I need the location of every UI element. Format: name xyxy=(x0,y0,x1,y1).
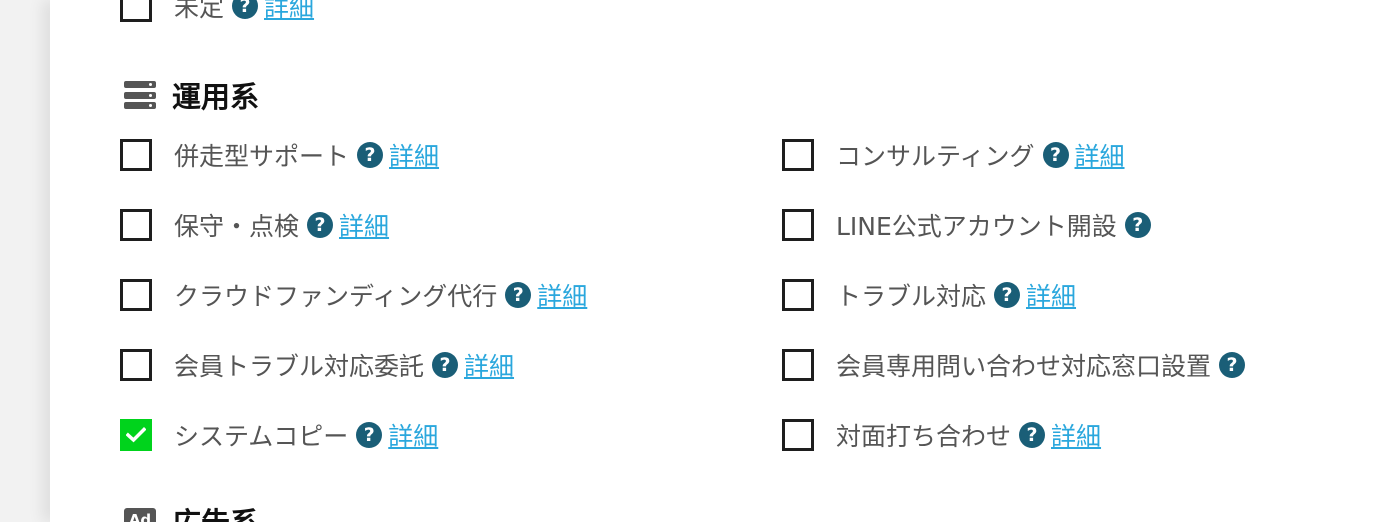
option-row-in-person-meeting: 対面打ち合わせ ? 詳細 xyxy=(782,417,1101,453)
help-icon[interactable]: ? xyxy=(505,282,532,308)
checkbox-member-inquiry-desk[interactable] xyxy=(782,349,814,381)
option-row-system-copy: システムコピー ? 詳細 xyxy=(120,417,438,453)
help-icon[interactable]: ? xyxy=(1219,352,1246,378)
checkbox-parallel-support[interactable] xyxy=(120,139,152,171)
detail-link[interactable]: 詳細 xyxy=(264,0,314,24)
option-row-member-inquiry-desk: 会員専用問い合わせ対応窓口設置 ? xyxy=(782,347,1246,383)
help-icon[interactable]: ? xyxy=(357,142,384,168)
checkbox-trouble-handling[interactable] xyxy=(782,279,814,311)
option-row-undecided: 未定 ? 詳細 xyxy=(120,0,314,24)
checkbox-consulting[interactable] xyxy=(782,139,814,171)
help-icon[interactable]: ? xyxy=(307,212,334,238)
option-row-trouble-handling: トラブル対応 ? 詳細 xyxy=(782,277,1076,313)
help-icon[interactable]: ? xyxy=(1019,422,1046,448)
checkbox-member-trouble[interactable] xyxy=(120,349,152,381)
section-heading-operations: 運用系 xyxy=(124,74,259,116)
option-row-maintenance: 保守・点検 ? 詳細 xyxy=(120,207,389,243)
option-row-member-trouble: 会員トラブル対応委託 ? 詳細 xyxy=(120,347,514,383)
detail-link[interactable]: 詳細 xyxy=(339,207,389,243)
option-label: 併走型サポート xyxy=(174,142,350,171)
help-icon[interactable]: ? xyxy=(356,422,383,448)
option-label: システムコピー xyxy=(174,422,349,451)
checkbox-undecided[interactable] xyxy=(120,0,152,22)
option-label: トラブル対応 xyxy=(836,282,987,311)
help-icon[interactable]: ? xyxy=(232,0,259,19)
option-row-consulting: コンサルティング ? 詳細 xyxy=(782,137,1125,173)
checkbox-maintenance[interactable] xyxy=(120,209,152,241)
server-icon xyxy=(124,81,156,109)
option-label: LINE公式アカウント開設 xyxy=(836,212,1117,241)
detail-link[interactable]: 詳細 xyxy=(389,137,439,173)
option-label: 会員専用問い合わせ対応窓口設置 xyxy=(836,352,1212,381)
section-title: 運用系 xyxy=(172,80,260,114)
checkbox-crowdfunding[interactable] xyxy=(120,279,152,311)
detail-link[interactable]: 詳細 xyxy=(1026,277,1076,313)
detail-link[interactable]: 詳細 xyxy=(388,417,438,453)
option-label: コンサルティング xyxy=(836,142,1035,171)
option-label: 未定 xyxy=(174,0,225,22)
ad-icon: Ad xyxy=(124,508,156,522)
checkbox-system-copy[interactable] xyxy=(120,419,152,451)
help-icon[interactable]: ? xyxy=(1124,212,1151,238)
help-icon[interactable]: ? xyxy=(432,352,459,378)
options-panel: 未定 ? 詳細 運用系 併走型サポート ? 詳細 保守・点検 ? 詳細 クラウド… xyxy=(50,0,1390,522)
option-label: 会員トラブル対応委託 xyxy=(174,352,425,381)
checkmark-icon xyxy=(126,427,146,443)
checkbox-line-account[interactable] xyxy=(782,209,814,241)
checkbox-in-person-meeting[interactable] xyxy=(782,419,814,451)
option-row-parallel-support: 併走型サポート ? 詳細 xyxy=(120,137,439,173)
option-row-line-account: LINE公式アカウント開設 ? xyxy=(782,207,1151,243)
option-label: 対面打ち合わせ xyxy=(836,422,1012,451)
option-label: 保守・点検 xyxy=(174,212,300,241)
section-title: 広告系 xyxy=(172,500,259,522)
detail-link[interactable]: 詳細 xyxy=(464,347,514,383)
option-row-crowdfunding: クラウドファンディング代行 ? 詳細 xyxy=(120,277,587,313)
detail-link[interactable]: 詳細 xyxy=(537,277,587,313)
section-heading-advertising: Ad 広告系 xyxy=(124,500,259,522)
detail-link[interactable]: 詳細 xyxy=(1075,137,1125,173)
detail-link[interactable]: 詳細 xyxy=(1051,417,1101,453)
help-icon[interactable]: ? xyxy=(994,282,1021,308)
help-icon[interactable]: ? xyxy=(1042,142,1069,168)
option-label: クラウドファンディング代行 xyxy=(174,282,498,311)
